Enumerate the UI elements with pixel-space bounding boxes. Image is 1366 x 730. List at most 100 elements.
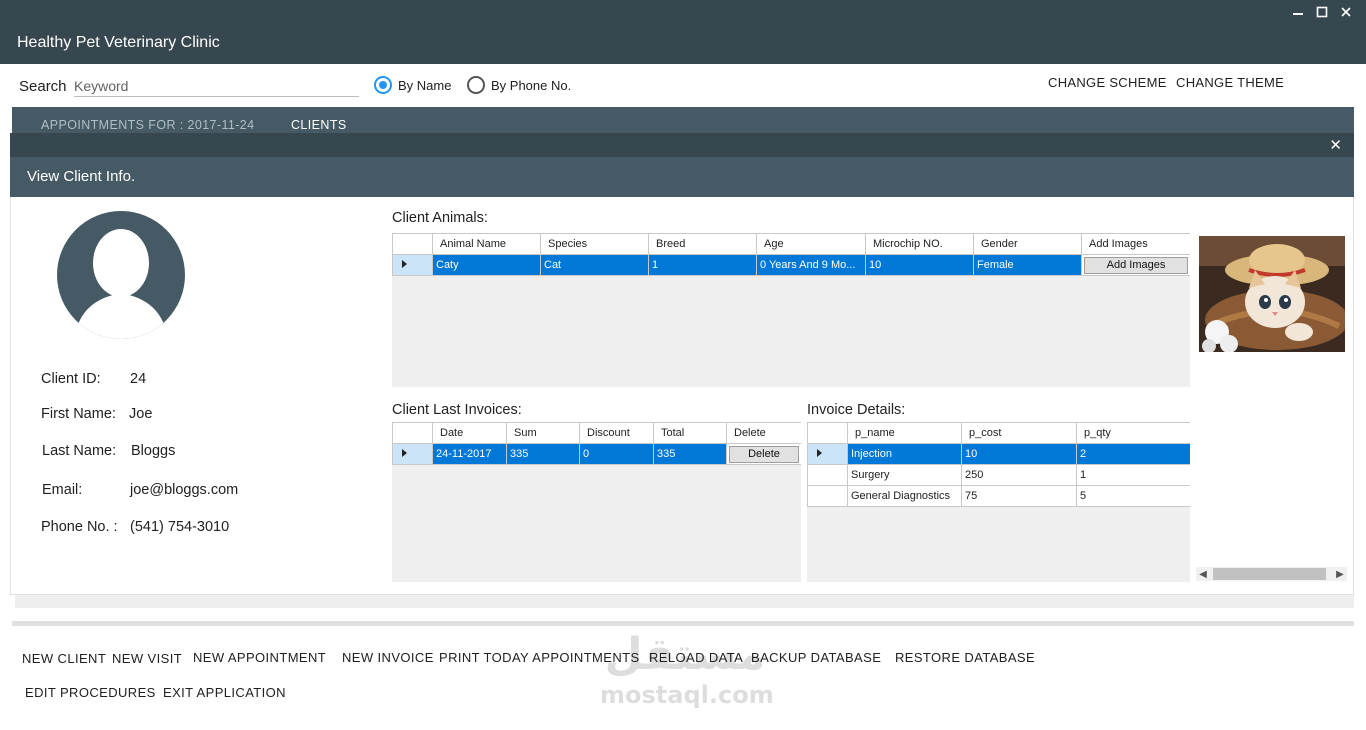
row-selector-icon: [402, 449, 407, 457]
edit-procedures-button[interactable]: EDIT PROCEDURES: [25, 685, 156, 700]
animal-name-cell[interactable]: Caty: [432, 254, 541, 276]
scrollbar-thumb[interactable]: [1213, 568, 1326, 580]
table-row[interactable]: Caty Cat 1 0 Years And 9 Mo... 10 Female…: [392, 254, 1190, 276]
close-icon[interactable]: ✕: [1329, 136, 1342, 154]
column-header[interactable]: Age: [756, 233, 866, 255]
product-cost-cell[interactable]: 250: [961, 464, 1077, 486]
tab-strip: APPOINTMENTS FOR : 2017-11-24 CLIENTS: [12, 107, 1354, 133]
pet-photo: [1199, 236, 1345, 352]
invoice-date-cell[interactable]: 24-11-2017: [432, 443, 507, 465]
column-header[interactable]: p_name: [847, 422, 962, 444]
status-strip: [15, 595, 1354, 608]
table-row[interactable]: 24-11-2017 335 0 335 Delete: [392, 443, 801, 465]
column-header[interactable]: Discount: [579, 422, 654, 444]
column-header[interactable]: Microchip NO.: [865, 233, 974, 255]
row-selector-icon: [817, 449, 822, 457]
product-qty-cell[interactable]: 2: [1076, 443, 1190, 465]
microchip-cell[interactable]: 10: [865, 254, 974, 276]
backup-database-button[interactable]: BACKUP DATABASE: [751, 650, 881, 665]
maximize-icon[interactable]: [1310, 2, 1334, 22]
email-label: Email:: [42, 482, 83, 498]
column-header[interactable]: Sum: [506, 422, 580, 444]
column-header[interactable]: p_cost: [961, 422, 1077, 444]
new-invoice-button[interactable]: NEW INVOICE: [342, 650, 434, 665]
row-header[interactable]: [807, 443, 848, 465]
table-row[interactable]: Injection 10 2: [807, 443, 1190, 465]
email-value: joe@bloggs.com: [130, 482, 239, 498]
column-header[interactable]: Delete: [726, 422, 801, 444]
column-header[interactable]: Species: [540, 233, 649, 255]
horizontal-scrollbar[interactable]: ◀ ▶: [1196, 567, 1347, 581]
dialog-title: View Client Info.: [27, 168, 136, 185]
close-icon[interactable]: [1334, 2, 1358, 22]
grid-header-row: Animal Name Species Breed Age Microchip …: [392, 233, 1190, 255]
table-row[interactable]: Surgery 250 1: [807, 464, 1190, 486]
row-header[interactable]: [807, 464, 848, 486]
column-header[interactable]: Gender: [973, 233, 1082, 255]
row-header[interactable]: [807, 485, 848, 507]
avatar-icon: [57, 211, 185, 339]
species-cell[interactable]: Cat: [540, 254, 649, 276]
column-header[interactable]: Animal Name: [432, 233, 541, 255]
scroll-right-icon[interactable]: ▶: [1333, 567, 1347, 581]
client-animals-title: Client Animals:: [392, 210, 488, 226]
invoice-discount-cell[interactable]: 0: [579, 443, 654, 465]
row-header[interactable]: [392, 254, 433, 276]
delete-cell: Delete: [726, 443, 801, 465]
new-appointment-button[interactable]: NEW APPOINTMENT: [193, 650, 326, 665]
tab-clients[interactable]: CLIENTS: [291, 118, 347, 132]
new-visit-button[interactable]: NEW VISIT: [112, 651, 182, 666]
add-images-button[interactable]: Add Images: [1084, 256, 1188, 274]
product-qty-cell[interactable]: 1: [1076, 464, 1190, 486]
radio-checked-icon: [374, 76, 392, 94]
search-by-phone-radio[interactable]: By Phone No.: [467, 76, 571, 94]
column-header[interactable]: Total: [653, 422, 727, 444]
grid-corner-cell: [392, 233, 433, 255]
app-title: Healthy Pet Veterinary Clinic: [17, 34, 220, 51]
search-input[interactable]: [74, 75, 359, 97]
watermark: مستقل mostaql.com: [600, 629, 774, 720]
invoice-details-grid: p_name p_cost p_qty Injection 10 2 Surge…: [807, 422, 1190, 582]
grid-corner-cell: [392, 422, 433, 444]
column-header[interactable]: Date: [432, 422, 507, 444]
invoice-details-title: Invoice Details:: [807, 402, 906, 418]
breed-cell[interactable]: 1: [648, 254, 757, 276]
row-selector-icon: [402, 260, 407, 268]
restore-database-button[interactable]: RESTORE DATABASE: [895, 650, 1035, 665]
row-header[interactable]: [392, 443, 433, 465]
product-name-cell[interactable]: Surgery: [847, 464, 962, 486]
invoice-sum-cell[interactable]: 335: [506, 443, 580, 465]
add-images-cell: Add Images: [1081, 254, 1190, 276]
watermark-latin: mostaql.com: [600, 681, 774, 709]
search-by-name-radio[interactable]: By Name: [374, 76, 451, 94]
column-header[interactable]: Breed: [648, 233, 757, 255]
change-scheme-button[interactable]: CHANGE SCHEME: [1048, 75, 1167, 90]
product-name-cell[interactable]: Injection: [847, 443, 962, 465]
client-id-label: Client ID:: [41, 371, 101, 387]
client-id-value: 24: [130, 371, 147, 387]
product-cost-cell[interactable]: 10: [961, 443, 1077, 465]
dialog-header: View Client Info.: [10, 157, 1354, 197]
delete-invoice-button[interactable]: Delete: [729, 445, 799, 463]
table-row[interactable]: General Diagnostics 75 5: [807, 485, 1190, 507]
dialog-top-bar: ✕: [10, 133, 1354, 157]
gender-cell[interactable]: Female: [973, 254, 1082, 276]
product-name-cell[interactable]: General Diagnostics: [847, 485, 962, 507]
radio-unchecked-icon: [467, 76, 485, 94]
invoice-total-cell[interactable]: 335: [653, 443, 727, 465]
product-cost-cell[interactable]: 75: [961, 485, 1077, 507]
scroll-left-icon[interactable]: ◀: [1196, 567, 1210, 581]
last-name-value: Bloggs: [131, 443, 176, 459]
column-header[interactable]: Add Images: [1081, 233, 1190, 255]
search-label: Search: [19, 78, 67, 95]
product-qty-cell[interactable]: 5: [1076, 485, 1190, 507]
first-name-value: Joe: [129, 406, 153, 422]
minimize-icon[interactable]: [1286, 2, 1310, 22]
age-cell[interactable]: 0 Years And 9 Mo...: [756, 254, 866, 276]
tab-appointments[interactable]: APPOINTMENTS FOR : 2017-11-24: [41, 118, 255, 132]
new-client-button[interactable]: NEW CLIENT: [22, 651, 106, 666]
column-header[interactable]: p_qty: [1076, 422, 1190, 444]
exit-application-button[interactable]: EXIT APPLICATION: [163, 685, 286, 700]
change-theme-button[interactable]: CHANGE THEME: [1176, 75, 1284, 90]
watermark-arabic: مستقل: [604, 629, 766, 680]
